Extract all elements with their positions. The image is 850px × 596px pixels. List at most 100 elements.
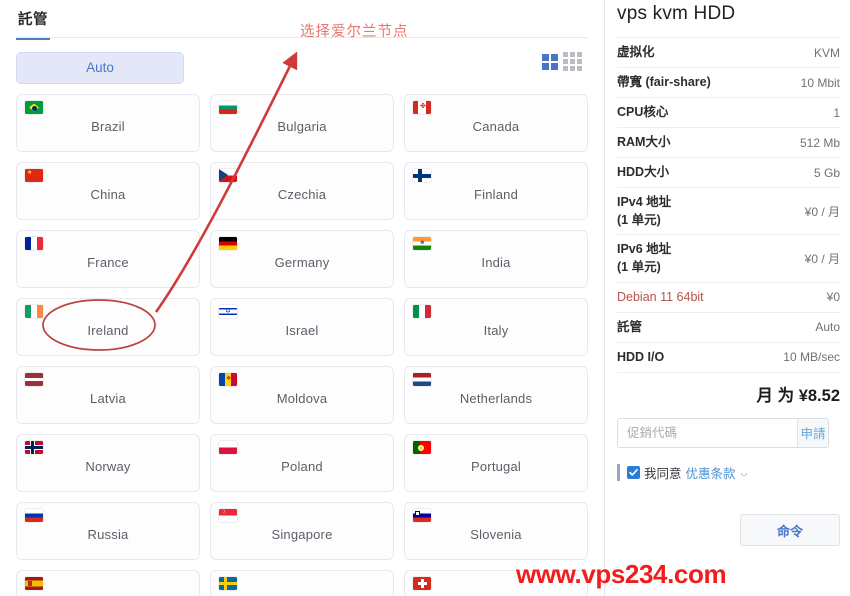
spec-label: 虚拟化	[617, 45, 655, 60]
grid-2x2-icon[interactable]	[542, 53, 558, 70]
flag-icon-se	[219, 577, 237, 590]
terms-link[interactable]: 优惠条款	[686, 463, 736, 482]
country-card-netherlands[interactable]: Netherlands	[404, 366, 588, 424]
spec-row: 虚拟化 KVM	[617, 37, 840, 67]
spec-value: 5 Gb	[813, 165, 840, 180]
country-card-czechia[interactable]: Czechia	[210, 162, 394, 220]
promo-code-input[interactable]	[618, 418, 797, 447]
country-name: India	[481, 255, 511, 270]
country-name: Czechia	[277, 187, 327, 202]
country-card-latvia[interactable]: Latvia	[16, 366, 200, 424]
country-card-slovenia[interactable]: Slovenia	[404, 502, 588, 560]
country-card-ireland[interactable]: Ireland	[16, 298, 200, 356]
country-card-spain[interactable]: Spain	[16, 570, 200, 596]
country-name: Bulgaria	[277, 119, 327, 134]
check-icon	[629, 468, 638, 476]
country-card-singapore[interactable]: ☽ Singapore	[210, 502, 394, 560]
flag-icon-in: ☸	[413, 237, 431, 250]
country-card-norway[interactable]: Norway	[16, 434, 200, 492]
flag-icon-it	[413, 305, 431, 318]
spec-value: ¥0 / 月	[804, 204, 840, 219]
order-page: 託管 Auto Brazil Bulgaria ✤ Canada ★ China Czech…	[0, 0, 850, 596]
flag-icon-ch	[413, 577, 431, 590]
location-selection-pane: 託管 Auto Brazil Bulgaria ✤ Canada ★ China Czech…	[0, 0, 604, 596]
country-name: Latvia	[90, 391, 126, 406]
flag-icon-md: ❖	[219, 373, 237, 386]
spec-value: 512 Mb	[799, 135, 840, 150]
spec-value: 10 MB/sec	[783, 350, 840, 364]
country-name: France	[87, 255, 129, 270]
spec-row: 帶寬 (fair-share) 10 Mbit	[617, 67, 840, 97]
flag-icon-de	[219, 237, 237, 250]
spec-label[interactable]: Debian 11 64bit	[617, 288, 704, 306]
promo-code-group: 申請	[617, 417, 829, 448]
grid-3x3-icon[interactable]	[563, 52, 582, 71]
country-name: Finland	[473, 187, 519, 202]
country-name: Russia	[87, 527, 129, 542]
country-card-russia[interactable]: Russia	[16, 502, 200, 560]
spec-value: ¥0 / 月	[804, 251, 840, 266]
auto-location-button[interactable]: Auto	[16, 52, 184, 84]
country-card-israel[interactable]: ✡ Israel	[210, 298, 394, 356]
spec-label: CPU核心	[617, 105, 669, 120]
spec-row: RAM大小 512 Mb	[617, 127, 840, 157]
spec-value: 10 Mbit	[800, 75, 840, 90]
country-grid: Brazil Bulgaria ✤ Canada ★ China Czechia Finlan…	[16, 94, 588, 596]
promo-apply-button[interactable]: 申請	[797, 418, 828, 447]
country-name: Poland	[281, 459, 323, 474]
flag-icon-fr	[25, 237, 43, 250]
country-name: Norway	[85, 459, 131, 474]
country-name: Slovenia	[470, 527, 522, 542]
country-card-canada[interactable]: ✤ Canada	[404, 94, 588, 152]
spec-label: HDD大小	[617, 165, 670, 180]
country-card-brazil[interactable]: Brazil	[16, 94, 200, 152]
flag-icon-nl	[413, 373, 431, 386]
spec-row: CPU核心 1	[617, 97, 840, 127]
spec-row: 託管 Auto	[617, 311, 840, 342]
spec-value: 1	[833, 105, 840, 120]
order-button[interactable]: 命令	[740, 514, 840, 546]
flag-icon-es	[25, 577, 43, 590]
flag-icon-cn: ★	[25, 169, 43, 182]
site-watermark: www.vps234.com	[516, 559, 727, 589]
spec-row: HDD I/O 10 MB/sec	[617, 341, 840, 372]
flag-icon-pt	[413, 441, 431, 454]
country-card-bulgaria[interactable]: Bulgaria	[210, 94, 394, 152]
country-card-france[interactable]: France	[16, 230, 200, 288]
country-card-india[interactable]: ☸ India	[404, 230, 588, 288]
country-card-sweden[interactable]: Sweden	[210, 570, 394, 596]
country-card-poland[interactable]: Poland	[210, 434, 394, 492]
country-name: Netherlands	[459, 391, 533, 406]
spec-row: Debian 11 64bit ¥0	[617, 281, 840, 312]
agreement-row: 我同意 优惠条款 ◡	[617, 463, 840, 482]
spec-label: 帶寬 (fair-share)	[617, 75, 711, 90]
country-card-finland[interactable]: Finland	[404, 162, 588, 220]
flag-icon-pl	[219, 441, 237, 454]
spec-label: IPv4 地址 (1 单元)	[617, 195, 672, 228]
flag-icon-cz	[219, 169, 237, 182]
country-name: Ireland	[87, 323, 129, 338]
plan-title: vps kvm HDD	[617, 3, 736, 24]
country-name: Moldova	[276, 391, 328, 406]
country-name: Singapore	[271, 527, 333, 542]
spec-label: RAM大小	[617, 135, 671, 150]
country-card-italy[interactable]: Italy	[404, 298, 588, 356]
flag-icon-sg: ☽	[219, 509, 237, 522]
spec-row: IPv6 地址 (1 单元) ¥0 / 月	[617, 234, 840, 281]
flag-icon-si	[413, 509, 431, 522]
external-link-icon: ◡	[740, 467, 748, 477]
summary-pane: vps kvm HDD 虚拟化 KVM 帶寬 (fair-share) 10 Mbit…	[604, 0, 850, 596]
country-card-moldova[interactable]: ❖ Moldova	[210, 366, 394, 424]
tab-hosting[interactable]: 託管	[16, 0, 50, 40]
flag-icon-ie	[25, 305, 43, 318]
country-card-portugal[interactable]: Portugal	[404, 434, 588, 492]
country-card-germany[interactable]: Germany	[210, 230, 394, 288]
flag-icon-bg	[219, 101, 237, 114]
view-toggle-group	[542, 52, 582, 71]
spec-value: KVM	[813, 45, 840, 60]
spec-label: HDD I/O	[617, 349, 665, 364]
agree-checkbox[interactable]	[627, 465, 640, 479]
spec-list: 虚拟化 KVM 帶寬 (fair-share) 10 Mbit CPU核心 1 RAM大小 5…	[617, 37, 840, 372]
country-name: Israel	[285, 323, 319, 338]
country-card-china[interactable]: ★ China	[16, 162, 200, 220]
